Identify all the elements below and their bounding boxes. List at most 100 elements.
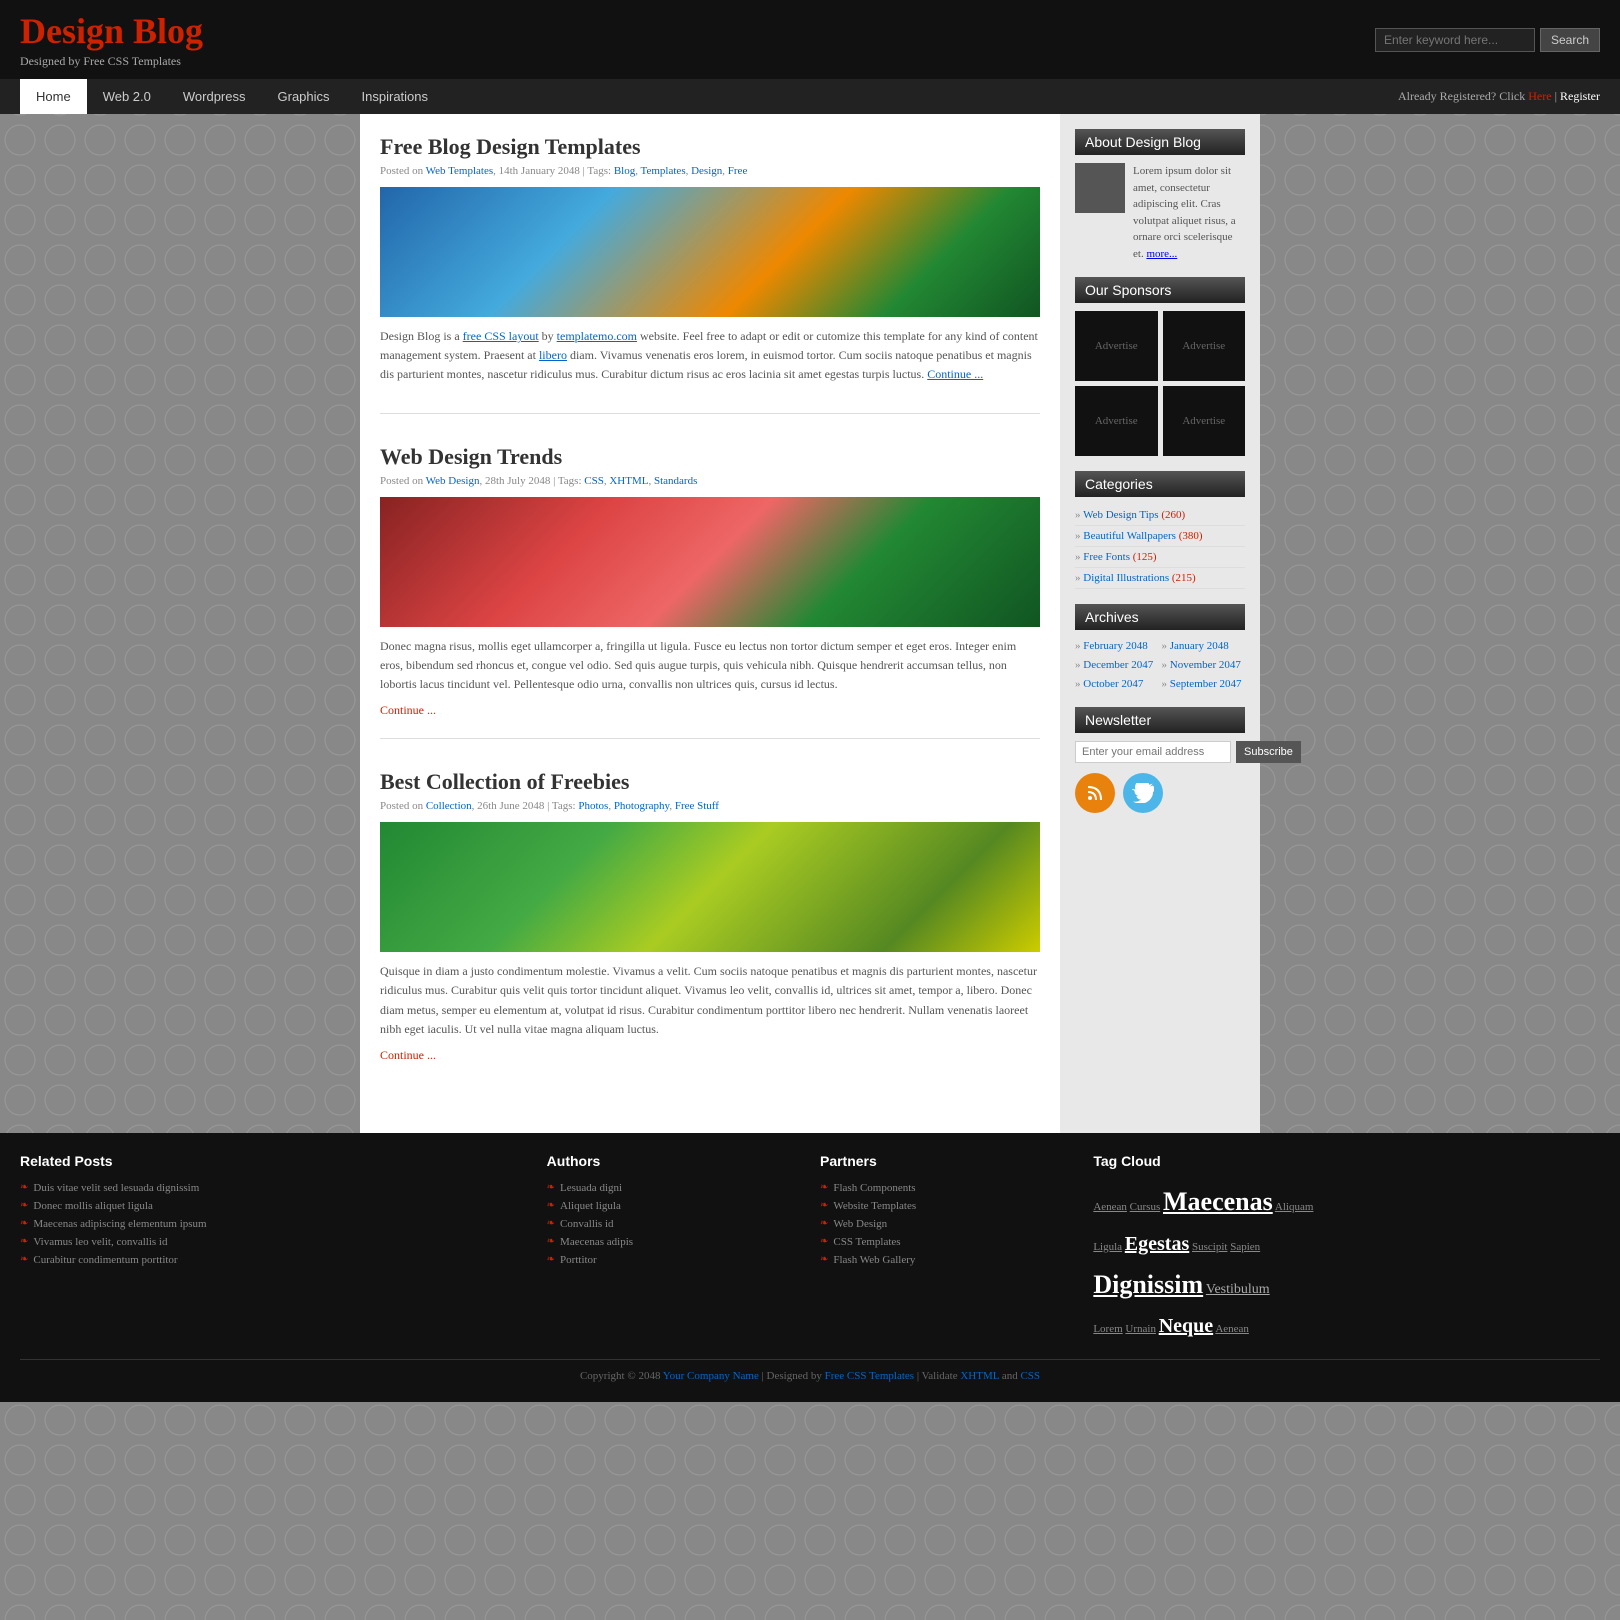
partner-web-design-link[interactable]: Web Design [833, 1218, 887, 1230]
tag-egestas[interactable]: Egestas [1125, 1233, 1189, 1255]
category-link-web-design-tips[interactable]: Web Design Tips (260) [1083, 509, 1185, 521]
related-post-5-link[interactable]: Curabitur condimentum porttitor [33, 1254, 177, 1266]
post-3-continue[interactable]: Continue ... [380, 1048, 436, 1062]
post-3-title[interactable]: Best Collection of Freebies [380, 769, 629, 794]
post-3-tag-photos[interactable]: Photos [578, 800, 608, 812]
author-1-link[interactable]: Lesuada digni [560, 1182, 622, 1194]
category-digital-illustrations: Digital Illustrations (215) [1075, 568, 1245, 589]
related-post-2-link[interactable]: Donec mollis aliquet ligula [33, 1200, 152, 1212]
rss-icon[interactable] [1075, 773, 1115, 813]
search-button[interactable]: Search [1540, 28, 1600, 52]
tag-cursus[interactable]: Cursus [1130, 1201, 1161, 1213]
tag-urnain[interactable]: Urnain [1125, 1323, 1156, 1335]
author-2-link[interactable]: Aliquet ligula [560, 1200, 621, 1212]
related-post-1-link[interactable]: Duis vitae velit sed lesuada dignissim [33, 1182, 199, 1194]
twitter-icon[interactable] [1123, 773, 1163, 813]
post-1-continue[interactable]: Continue ... [927, 367, 983, 381]
partner-website-templates-link[interactable]: Website Templates [833, 1200, 916, 1212]
post-1-tag-free[interactable]: Free [728, 165, 748, 177]
category-link-wallpapers[interactable]: Beautiful Wallpapers (380) [1083, 530, 1202, 542]
page-wrapper: Free Blog Design Templates Posted on Web… [360, 114, 1260, 1133]
post-1-link-free-css[interactable]: free CSS layout [463, 329, 539, 343]
post-2-continue[interactable]: Continue ... [380, 703, 436, 717]
nav-item-inspirations[interactable]: Inspirations [346, 79, 444, 114]
archive-jan-2048[interactable]: January 2048 [1162, 638, 1246, 654]
author-5-link[interactable]: Porttitor [560, 1254, 597, 1266]
post-1-link-templatemo[interactable]: templatemo.com [557, 329, 637, 343]
archive-dec-2047[interactable]: December 2047 [1075, 657, 1159, 673]
post-2-tag-css[interactable]: CSS [584, 475, 604, 487]
nav-item-web20[interactable]: Web 2.0 [87, 79, 167, 114]
nav-item-wordpress[interactable]: Wordpress [167, 79, 262, 114]
validate-css-link[interactable]: CSS [1020, 1370, 1040, 1382]
post-3-category-link[interactable]: Collection [426, 800, 472, 812]
related-post-4-link[interactable]: Vivamus leo velit, convallis id [33, 1236, 167, 1248]
author-3-link[interactable]: Convallis id [560, 1218, 613, 1230]
register-link[interactable]: Register [1560, 89, 1600, 103]
post-1-body: Design Blog is a free CSS layout by temp… [380, 327, 1040, 385]
newsletter-subscribe-button[interactable]: Subscribe [1236, 741, 1301, 763]
tag-aliquam[interactable]: Aliquam [1275, 1201, 1314, 1213]
partner-css-templates-link[interactable]: CSS Templates [833, 1236, 900, 1248]
archive-oct-2047[interactable]: October 2047 [1075, 676, 1159, 692]
tag-suscipit[interactable]: Suscipit [1192, 1241, 1227, 1253]
footer-authors: Authors Lesuada digni Aliquet ligula Con… [547, 1153, 800, 1345]
partner-flash-web-gallery-link[interactable]: Flash Web Gallery [833, 1254, 915, 1266]
search-form: Search [1375, 28, 1600, 52]
widget-archives: Archives February 2048 January 2048 Dece… [1075, 604, 1245, 692]
designed-by-link[interactable]: Free CSS Templates [825, 1370, 914, 1382]
category-link-free-fonts[interactable]: Free Fonts (125) [1083, 551, 1156, 563]
sponsor-2[interactable]: Advertise [1163, 311, 1246, 381]
post-1-category-link[interactable]: Web Templates [426, 165, 493, 177]
widget-newsletter: Newsletter Subscribe [1075, 707, 1245, 813]
archive-sep-2047[interactable]: September 2047 [1162, 676, 1246, 692]
nav-links: Home Web 2.0 Wordpress Graphics Inspirat… [20, 79, 444, 114]
post-3-image [380, 822, 1040, 952]
about-more-link[interactable]: more... [1146, 248, 1177, 260]
post-2-category-link[interactable]: Web Design [426, 475, 480, 487]
tag-maecenas[interactable]: Maecenas [1163, 1187, 1273, 1216]
newsletter-email-input[interactable] [1075, 741, 1231, 763]
post-2-tag-standards[interactable]: Standards [654, 475, 697, 487]
company-name-link[interactable]: Your Company Name [663, 1370, 759, 1382]
tag-ligula[interactable]: Ligula [1093, 1241, 1122, 1253]
post-2-tag-xhtml[interactable]: XHTML [609, 475, 648, 487]
footer-columns: Related Posts Duis vitae velit sed lesua… [20, 1153, 1600, 1345]
tag-aenean2[interactable]: Aenean [1215, 1323, 1249, 1335]
sponsor-1[interactable]: Advertise [1075, 311, 1158, 381]
site-footer: Related Posts Duis vitae velit sed lesua… [0, 1133, 1620, 1403]
tag-dignissim[interactable]: Dignissim [1093, 1270, 1203, 1299]
site-title: Design Blog [20, 10, 203, 52]
tag-neque[interactable]: Neque [1159, 1315, 1213, 1337]
sponsor-4[interactable]: Advertise [1163, 386, 1246, 456]
post-3-tag-freestuff[interactable]: Free Stuff [675, 800, 719, 812]
about-text: Lorem ipsum dolor sit amet, consectetur … [1133, 163, 1245, 262]
related-post-2: Donec mollis aliquet ligula [20, 1197, 527, 1215]
partner-flash-components-link[interactable]: Flash Components [833, 1182, 915, 1194]
tag-vestibulum[interactable]: Vestibulum [1206, 1282, 1270, 1297]
post-2-title[interactable]: Web Design Trends [380, 444, 562, 469]
archive-feb-2048[interactable]: February 2048 [1075, 638, 1159, 654]
tag-sapien[interactable]: Sapien [1230, 1241, 1260, 1253]
post-2: Web Design Trends Posted on Web Design, … [380, 444, 1040, 740]
nav-item-graphics[interactable]: Graphics [262, 79, 346, 114]
sponsor-3[interactable]: Advertise [1075, 386, 1158, 456]
post-1-tag-templates[interactable]: Templates [641, 165, 686, 177]
post-1-tag-blog[interactable]: Blog [614, 165, 635, 177]
post-1-title[interactable]: Free Blog Design Templates [380, 134, 641, 159]
tag-lorem[interactable]: Lorem [1093, 1323, 1122, 1335]
author-4-link[interactable]: Maecenas adipis [560, 1236, 633, 1248]
copyright-text: Copyright © 2048 [580, 1370, 660, 1382]
nav-item-home[interactable]: Home [20, 79, 87, 114]
category-link-digital-illustrations[interactable]: Digital Illustrations (215) [1083, 572, 1195, 584]
post-1-tag-design[interactable]: Design [691, 165, 722, 177]
login-here-link[interactable]: Here [1528, 89, 1551, 103]
archive-nov-2047[interactable]: November 2047 [1162, 657, 1246, 673]
post-3-meta: Posted on Collection, 26th June 2048 | T… [380, 800, 1040, 812]
tag-aenean[interactable]: Aenean [1093, 1201, 1127, 1213]
search-input[interactable] [1375, 28, 1535, 52]
related-post-3-link[interactable]: Maecenas adipiscing elementum ipsum [33, 1218, 206, 1230]
post-3-tag-photography[interactable]: Photography [614, 800, 670, 812]
authors-list: Lesuada digni Aliquet ligula Convallis i… [547, 1179, 800, 1269]
validate-xhtml-link[interactable]: XHTML [960, 1370, 999, 1382]
